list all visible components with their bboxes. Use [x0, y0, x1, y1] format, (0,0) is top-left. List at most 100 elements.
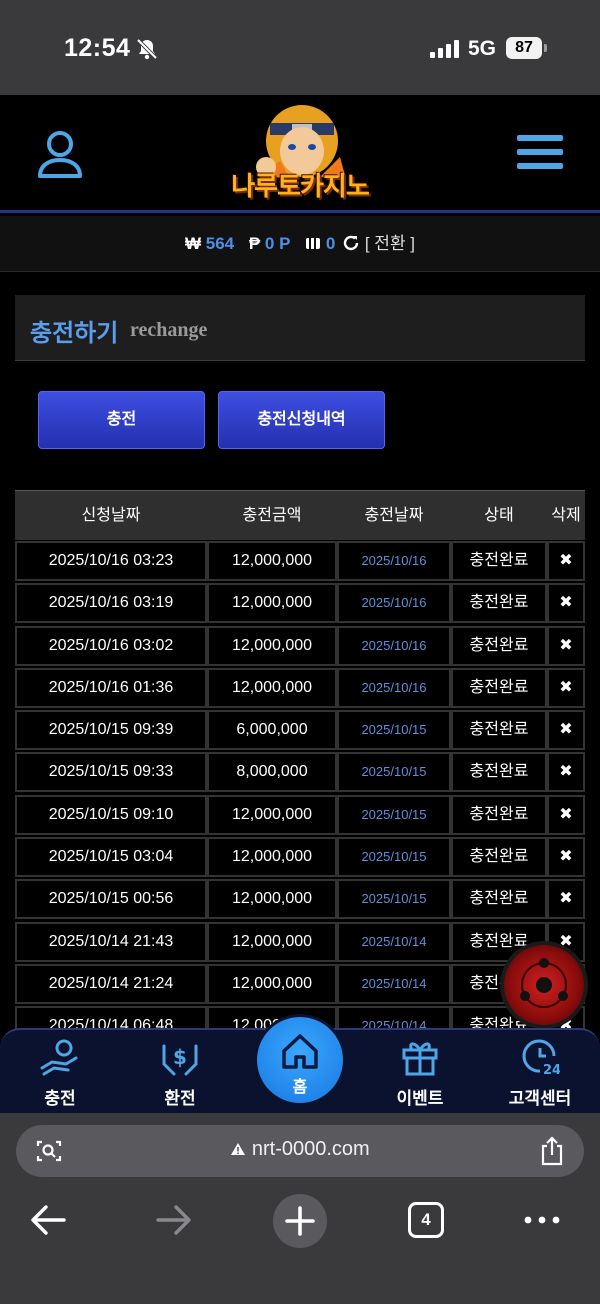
nav-charge[interactable]: 충전 [10, 1030, 110, 1115]
page-subtitle: rechange [130, 319, 208, 341]
hands-dollar-icon: $ [162, 1044, 198, 1076]
section-header: 충전하기 rechange [15, 295, 585, 361]
hamburger-menu-icon[interactable] [517, 135, 563, 173]
nav-exchange[interactable]: $ 환전 [130, 1030, 230, 1115]
nav-label: 홈 [292, 1079, 308, 1096]
charge-button[interactable]: 충전 [38, 391, 205, 449]
cell-amount: 12,000,000 [207, 541, 337, 581]
delete-icon[interactable]: ✖ [547, 667, 585, 708]
nav-label: 고객센터 [508, 1089, 572, 1108]
cell-charge-date: 2025/10/15 [337, 794, 451, 835]
back-arrow-icon[interactable] [28, 1197, 68, 1243]
cell-amount: 12,000,000 [207, 667, 337, 708]
delete-icon[interactable]: ✖ [547, 837, 585, 878]
delete-icon[interactable]: ✖ [547, 625, 585, 666]
point-icon: ₱ [248, 234, 261, 253]
delete-icon[interactable]: ✖ [547, 583, 585, 624]
address-bar[interactable]: nrt-0000.com [16, 1125, 584, 1177]
plus-icon [285, 1206, 315, 1236]
new-tab-button[interactable] [273, 1194, 327, 1248]
cell-charge-date: 2025/10/15 [337, 752, 451, 793]
user-icon[interactable] [36, 129, 84, 179]
cell-charge-date: 2025/10/15 [337, 710, 451, 751]
cell-request-date: 2025/10/16 03:19 [15, 583, 207, 624]
support-24-icon: 24 [522, 1039, 560, 1076]
delete-icon[interactable]: ✖ [547, 541, 585, 581]
cell-amount: 12,000,000 [207, 921, 337, 962]
cell-status: 충전완료 [451, 625, 547, 666]
charge-table: 신청날짜 충전금액 충전날짜 상태 삭제 2025/10/16 03:23 12,… [15, 490, 585, 1048]
cell-amount: 12,000,000 [207, 879, 337, 920]
point-balance: 0 P [264, 234, 291, 253]
won-icon: ₩ [184, 234, 201, 253]
cell-status: 충전완료 [451, 541, 547, 581]
svg-text:$: $ [173, 1045, 187, 1069]
cell-amount: 12,000,000 [207, 794, 337, 835]
cell-charge-date: 2025/10/15 [337, 837, 451, 878]
cell-charge-date: 2025/10/16 [337, 625, 451, 666]
delete-icon[interactable]: ✖ [547, 710, 585, 751]
forward-arrow-icon[interactable] [154, 1197, 194, 1243]
site-header: 나루토카지노 [0, 95, 600, 213]
delete-icon[interactable]: ✖ [547, 879, 585, 920]
cell-charge-date: 2025/10/14 [337, 921, 451, 962]
charge-history-button[interactable]: 충전신청내역 [218, 391, 385, 449]
network-type: 5G [468, 37, 497, 60]
tab-switcher-button[interactable]: 4 [408, 1202, 444, 1238]
cell-status: 충전완료 [451, 667, 547, 708]
cell-status: 충전완료 [451, 837, 547, 878]
cell-charge-date: 2025/10/15 [337, 879, 451, 920]
cell-request-date: 2025/10/15 00:56 [15, 879, 207, 920]
cell-status: 충전완료 [451, 879, 547, 920]
cell-status: 충전완료 [451, 583, 547, 624]
cell-request-date: 2025/10/16 01:36 [15, 667, 207, 708]
table-body: 2025/10/16 03:23 12,000,000 2025/10/16 충전완료… [15, 540, 585, 1048]
chip-balance: 0 [325, 234, 336, 253]
cell-amount: 12,000,000 [207, 837, 337, 878]
cell-request-date: 2025/10/15 09:39 [15, 710, 207, 751]
refresh-icon[interactable] [342, 234, 360, 252]
table-header: 신청날짜 충전금액 충전날짜 상태 삭제 [15, 490, 585, 540]
table-row: 2025/10/15 00:56 12,000,000 2025/10/15 충전완료… [15, 878, 585, 920]
more-options-icon[interactable] [520, 1197, 564, 1243]
table-row: 2025/10/16 01:36 12,000,000 2025/10/16 충전완료… [15, 667, 585, 709]
table-row: 2025/10/16 03:19 12,000,000 2025/10/16 충전완료… [15, 582, 585, 624]
table-row: 2025/10/16 03:02 12,000,000 2025/10/16 충전완료… [15, 625, 585, 667]
delete-icon[interactable]: ✖ [547, 752, 585, 793]
nav-label: 이벤트 [396, 1089, 444, 1108]
cell-charge-date: 2025/10/14 [337, 963, 451, 1004]
logo-text: 나루토카지노 [231, 171, 370, 201]
chip-icon [306, 238, 321, 249]
table-row: 2025/10/15 09:39 6,000,000 2025/10/15 충전완료 ✖ [15, 709, 585, 751]
site-logo[interactable]: 나루토카지노 [220, 97, 380, 209]
switch-button[interactable]: [ 전환 ] [365, 234, 415, 253]
col-amount: 충전금액 [242, 507, 302, 524]
table-row: 2025/10/16 03:23 12,000,000 2025/10/16 충전완료… [15, 540, 585, 582]
table-row: 2025/10/15 09:33 8,000,000 2025/10/15 충전완료 ✖ [15, 751, 585, 793]
balance-bar: ₩ 564 ₱ 0 P 0 [ 전환 ] [0, 216, 600, 272]
cell-request-date: 2025/10/14 21:24 [15, 963, 207, 1004]
cell-amount: 12,000,000 [207, 963, 337, 1004]
table-row: 2025/10/15 09:10 12,000,000 2025/10/15 충전완료… [15, 794, 585, 836]
nav-label: 충전 [44, 1089, 76, 1108]
cell-request-date: 2025/10/15 09:33 [15, 752, 207, 793]
nav-support[interactable]: 24 고객센터 [490, 1030, 590, 1115]
cell-amount: 6,000,000 [207, 710, 337, 751]
cell-request-date: 2025/10/16 03:02 [15, 625, 207, 666]
nav-home[interactable]: 홈 [254, 1014, 346, 1106]
share-icon[interactable] [539, 1136, 565, 1166]
cell-status: 충전완료 [451, 752, 547, 793]
sharingan-float-button[interactable] [500, 941, 588, 1029]
page-title: 충전하기 [30, 320, 119, 347]
nav-event[interactable]: 이벤트 [370, 1030, 470, 1115]
svg-text:24: 24 [543, 1063, 560, 1076]
col-request-date: 신청날짜 [81, 507, 141, 524]
battery-tip [544, 44, 547, 52]
col-delete: 삭제 [551, 507, 581, 524]
gift-icon [402, 1042, 438, 1076]
delete-icon[interactable]: ✖ [547, 794, 585, 835]
cell-amount: 12,000,000 [207, 625, 337, 666]
sharingan-icon [520, 958, 568, 1008]
url-display: nrt-0000.com [16, 1138, 584, 1161]
cell-request-date: 2025/10/14 21:43 [15, 921, 207, 962]
